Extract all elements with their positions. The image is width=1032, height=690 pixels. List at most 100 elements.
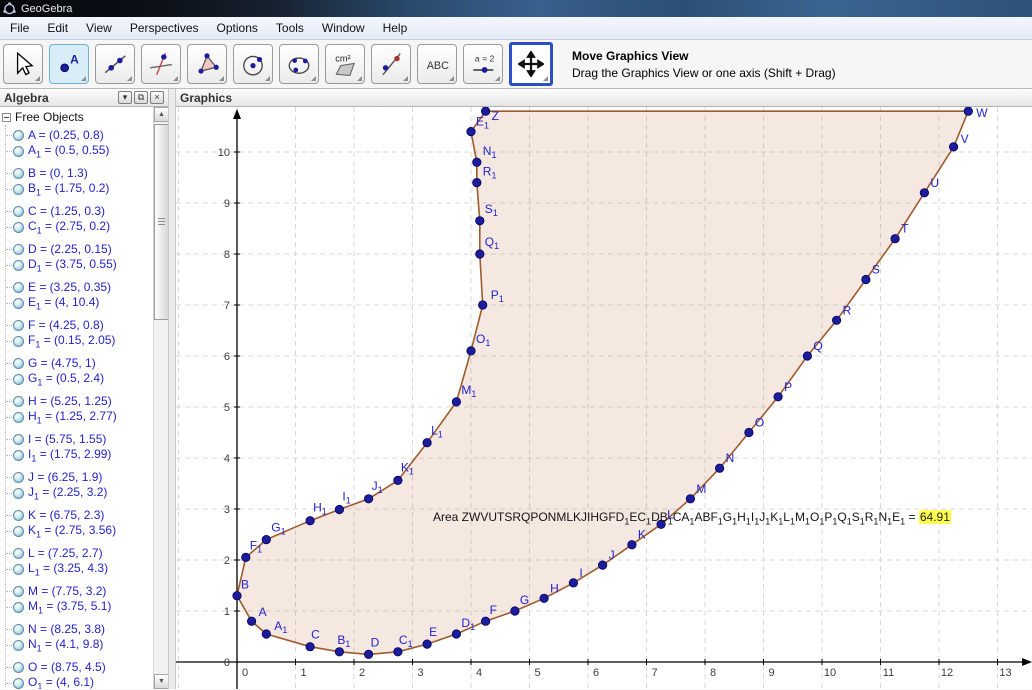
graphics-view[interactable]: 012345678910111213012345678910AA1BB1CC1D… — [176, 107, 1032, 689]
visibility-marble-icon[interactable] — [13, 298, 24, 309]
graph-point-label-I[interactable]: I — [579, 566, 582, 580]
graph-point-label-H[interactable]: H — [550, 581, 559, 595]
scroll-up-icon[interactable]: ▲ — [154, 107, 168, 122]
visibility-marble-icon[interactable] — [13, 640, 24, 651]
visibility-marble-icon[interactable] — [13, 472, 24, 483]
tool-dropdown-corner-icon[interactable] — [81, 76, 86, 81]
graph-point-T[interactable] — [891, 235, 899, 243]
graph-point-Q[interactable] — [803, 352, 811, 360]
scrollbar-thumb[interactable] — [154, 124, 168, 320]
graph-point-K_1[interactable] — [394, 476, 402, 484]
graph-point-E[interactable] — [423, 640, 431, 648]
graph-point-label-W[interactable]: W — [976, 107, 988, 120]
free-object-row[interactable]: D = (2.25, 0.15) — [0, 241, 168, 257]
free-object-row[interactable]: N1 = (4.1, 9.8) — [0, 637, 168, 653]
free-object-row[interactable]: N = (8.25, 3.8) — [0, 621, 168, 637]
free-object-row[interactable]: C1 = (2.75, 0.2) — [0, 219, 168, 235]
graph-point-label-N[interactable]: N — [726, 451, 735, 465]
graph-point-label-H_1[interactable]: H1 — [313, 501, 327, 517]
tool-dropdown-corner-icon[interactable] — [357, 76, 362, 81]
graph-point-G_1[interactable] — [262, 535, 270, 543]
free-object-row[interactable]: J = (6.25, 1.9) — [0, 469, 168, 485]
visibility-marble-icon[interactable] — [13, 146, 24, 157]
graph-point-L_1[interactable] — [423, 439, 431, 447]
graph-point-label-F[interactable]: F — [490, 603, 497, 617]
tool-button-measure-area[interactable]: cm² — [325, 44, 365, 84]
graph-point-label-U[interactable]: U — [930, 176, 939, 190]
visibility-marble-icon[interactable] — [13, 412, 24, 423]
area-text-object[interactable]: Area ZWVUTSRQPONMLKJIHGFD1EC1DB1CA1ABF1G… — [433, 510, 951, 526]
visibility-marble-icon[interactable] — [13, 662, 24, 673]
graph-point-D[interactable] — [364, 650, 372, 658]
restore-icon[interactable]: ⧉ — [134, 91, 148, 104]
tool-dropdown-corner-icon[interactable] — [265, 76, 270, 81]
free-object-row[interactable]: G1 = (0.5, 2.4) — [0, 371, 168, 387]
tool-dropdown-corner-icon[interactable] — [495, 76, 500, 81]
tool-button-insert-text[interactable]: ABC — [417, 44, 457, 84]
graph-point-F[interactable] — [481, 617, 489, 625]
visibility-marble-icon[interactable] — [13, 358, 24, 369]
visibility-marble-icon[interactable] — [13, 450, 24, 461]
visibility-marble-icon[interactable] — [13, 184, 24, 195]
graph-point-label-T[interactable]: T — [901, 222, 909, 236]
graph-point-Q_1[interactable] — [476, 250, 484, 258]
menu-item-options[interactable]: Options — [208, 18, 267, 38]
graph-point-K[interactable] — [628, 541, 636, 549]
visibility-marble-icon[interactable] — [13, 678, 24, 689]
tool-button-line-through-points[interactable] — [95, 44, 135, 84]
graph-point-label-G[interactable]: G — [520, 593, 529, 607]
visibility-marble-icon[interactable] — [13, 434, 24, 445]
tool-dropdown-corner-icon[interactable] — [35, 76, 40, 81]
visibility-marble-icon[interactable] — [13, 488, 24, 499]
tree-collapse-icon[interactable] — [2, 113, 11, 122]
panel-splitter[interactable] — [168, 89, 176, 689]
graph-point-label-C[interactable]: C — [311, 628, 320, 642]
free-object-row[interactable]: D1 = (3.75, 0.55) — [0, 257, 168, 273]
visibility-marble-icon[interactable] — [13, 282, 24, 293]
graph-point-C_1[interactable] — [394, 648, 402, 656]
graph-point-N_1[interactable] — [473, 158, 481, 166]
graph-point-J_1[interactable] — [364, 495, 372, 503]
tool-dropdown-corner-icon[interactable] — [543, 76, 548, 81]
free-object-row[interactable]: H1 = (1.25, 2.77) — [0, 409, 168, 425]
visibility-marble-icon[interactable] — [13, 548, 24, 559]
visibility-marble-icon[interactable] — [13, 206, 24, 217]
visibility-marble-icon[interactable] — [13, 336, 24, 347]
tool-dropdown-corner-icon[interactable] — [173, 76, 178, 81]
free-object-row[interactable]: E1 = (4, 10.4) — [0, 295, 168, 311]
graph-point-U[interactable] — [920, 189, 928, 197]
graph-point-S[interactable] — [862, 275, 870, 283]
free-object-row[interactable]: I = (5.75, 1.55) — [0, 431, 168, 447]
close-icon[interactable]: × — [150, 91, 164, 104]
graph-point-label-D[interactable]: D — [371, 635, 380, 649]
free-object-row[interactable]: M1 = (3.75, 5.1) — [0, 599, 168, 615]
graph-point-label-V[interactable]: V — [961, 132, 969, 146]
free-object-row[interactable]: M = (7.75, 3.2) — [0, 583, 168, 599]
tool-button-special-line[interactable] — [141, 44, 181, 84]
tool-dropdown-corner-icon[interactable] — [127, 76, 132, 81]
graph-point-M_1[interactable] — [452, 398, 460, 406]
free-object-row[interactable]: K1 = (2.75, 3.56) — [0, 523, 168, 539]
free-object-row[interactable]: G = (4.75, 1) — [0, 355, 168, 371]
tool-button-circle-center-point[interactable] — [233, 44, 273, 84]
graph-point-J[interactable] — [598, 561, 606, 569]
tool-button-conic[interactable] — [279, 44, 319, 84]
tool-button-move-graphics-view[interactable] — [509, 42, 553, 86]
graph-point-A[interactable] — [247, 617, 255, 625]
menu-item-help[interactable]: Help — [374, 18, 417, 38]
tool-button-point[interactable]: A — [49, 44, 89, 84]
graph-point-label-M[interactable]: M — [696, 482, 706, 496]
visibility-marble-icon[interactable] — [13, 396, 24, 407]
visibility-marble-icon[interactable] — [13, 624, 24, 635]
tool-dropdown-corner-icon[interactable] — [219, 76, 224, 81]
tool-dropdown-corner-icon[interactable] — [403, 76, 408, 81]
graph-point-P[interactable] — [774, 393, 782, 401]
graph-point-label-F_1[interactable]: F1 — [250, 538, 262, 554]
scroll-down-icon[interactable]: ▼ — [154, 674, 168, 689]
tool-button-reflect[interactable] — [371, 44, 411, 84]
graph-point-label-Z[interactable]: Z — [492, 109, 499, 123]
graph-point-W[interactable] — [964, 107, 972, 115]
graph-point-Z[interactable] — [481, 107, 489, 115]
tool-button-slider[interactable]: a = 2 — [463, 44, 503, 84]
free-object-row[interactable]: B = (0, 1.3) — [0, 165, 168, 181]
